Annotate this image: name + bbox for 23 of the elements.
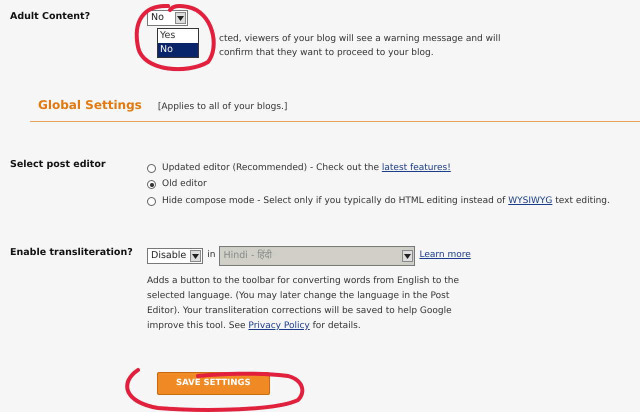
field-label: Select post editor xyxy=(9,158,107,172)
description-text: cted, viewers of your blog will see a warning message and will xyxy=(219,33,500,46)
link[interactable]: latest features! xyxy=(382,162,451,172)
link[interactable]: WYSIWYG xyxy=(508,196,552,206)
radio-button[interactable] xyxy=(147,164,156,173)
option-label: Old editor xyxy=(162,178,207,191)
section-note: [Applies to all of your blogs.] xyxy=(158,101,288,114)
radio-button[interactable] xyxy=(147,196,156,206)
description-text: Adds a button to the toolbar for converting words from English to the selected language. (You may later change the language in the Post Editor). Your transliteration corrections will be saved to help Google improve this tool. See Privacy Policy for details. xyxy=(147,275,460,333)
dropdown-option[interactable]: Yes xyxy=(158,29,198,43)
dropdown[interactable]: Disable xyxy=(147,248,204,264)
option-label: Hide compose mode - Select only if you typically do HTML editing instead of WYSIWYG text editing. xyxy=(162,194,610,208)
dropdown-option[interactable]: No xyxy=(158,43,198,57)
learn-more-link[interactable]: Learn more xyxy=(419,249,471,263)
in-label: in xyxy=(207,249,216,262)
privacy-policy-link[interactable]: Privacy Policy xyxy=(248,321,310,331)
field-label: Enable transliteration? xyxy=(9,246,134,260)
dropdown[interactable]: No xyxy=(147,10,188,26)
description-text: confirm that they want to proceed to your blog. xyxy=(219,47,435,60)
option-label: Updated editor (Recommended) - Check out the latest features! xyxy=(162,162,451,174)
radio-button[interactable] xyxy=(147,180,156,190)
field-label: Adult Content? xyxy=(9,10,92,24)
section-title: Global Settings xyxy=(38,97,142,114)
